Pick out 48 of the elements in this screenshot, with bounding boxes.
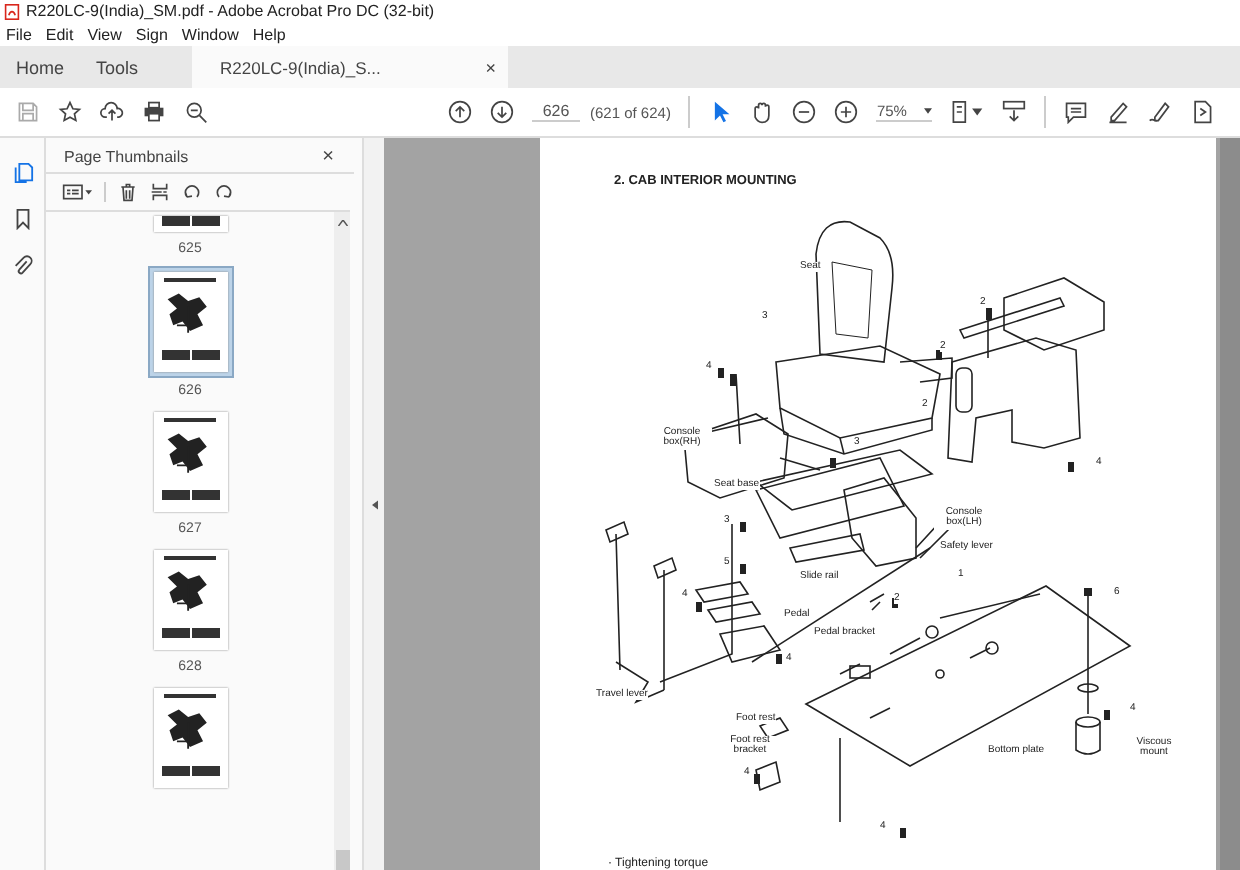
menu-item[interactable]: Edit [45,25,74,43]
insert-page-icon[interactable] [150,182,170,202]
star-icon[interactable] [58,100,82,124]
menu-item[interactable]: View [87,25,122,43]
rotate-right-icon[interactable] [214,182,234,202]
pages-icon[interactable] [11,162,33,184]
comment-icon[interactable] [1064,100,1089,124]
bookmark-icon[interactable] [11,208,33,230]
zoom-out-icon[interactable] [792,100,817,124]
scroll-mode-icon[interactable] [1002,100,1027,124]
page-thumbnail[interactable] [149,408,231,516]
zoom-search-icon[interactable] [184,100,208,124]
menu-item[interactable]: Sign [135,25,168,43]
page-number-field[interactable]: 626 [532,102,580,122]
collapse-arrow-icon[interactable] [371,499,377,509]
close-tab-button[interactable]: × [485,57,496,77]
trash-icon[interactable] [118,182,138,202]
share-document-icon[interactable] [1190,100,1215,124]
page-fit-icon[interactable] [950,100,985,124]
menu-item[interactable]: File [6,25,32,43]
zoom-in-icon[interactable] [834,100,859,124]
document-tab[interactable]: R220LC-9(India)_S... × [192,46,508,88]
paperclip-icon[interactable] [11,254,33,276]
tab-title: R220LC-9(India)_S... [220,57,381,77]
page-thumbnail[interactable] [149,212,231,236]
print-icon[interactable] [142,100,166,124]
upload-cloud-icon[interactable] [100,100,124,124]
close-panel-button[interactable]: × [322,146,334,168]
previous-page-icon[interactable] [448,100,472,124]
caret-icon [924,108,933,114]
nav-tab[interactable]: Home [0,46,80,88]
next-page-icon[interactable] [490,100,514,124]
panel-title: Page Thumbnails [64,148,189,166]
scroll-up-icon[interactable] [337,220,347,226]
highlighter-icon[interactable] [1106,100,1131,124]
page-thumbnail[interactable] [147,266,233,378]
rotate-left-icon[interactable] [182,182,202,202]
page-thumbnail[interactable] [149,546,231,654]
thumbnail-options-icon[interactable] [62,182,92,202]
scrollbar-thumb[interactable] [335,850,349,870]
menu-item[interactable]: Window [181,25,239,43]
scrollbar-track[interactable] [1220,138,1240,870]
menu-item[interactable]: Help [252,25,286,43]
sign-pen-icon[interactable] [1148,100,1173,124]
nav-tab[interactable]: Tools [80,46,160,88]
page-thumbnail[interactable] [149,684,231,792]
window-title: R220LC-9(India)_SM.pdf - Adobe Acrobat Pro DC (32-bit) [26,2,435,20]
hand-icon[interactable] [750,100,775,124]
